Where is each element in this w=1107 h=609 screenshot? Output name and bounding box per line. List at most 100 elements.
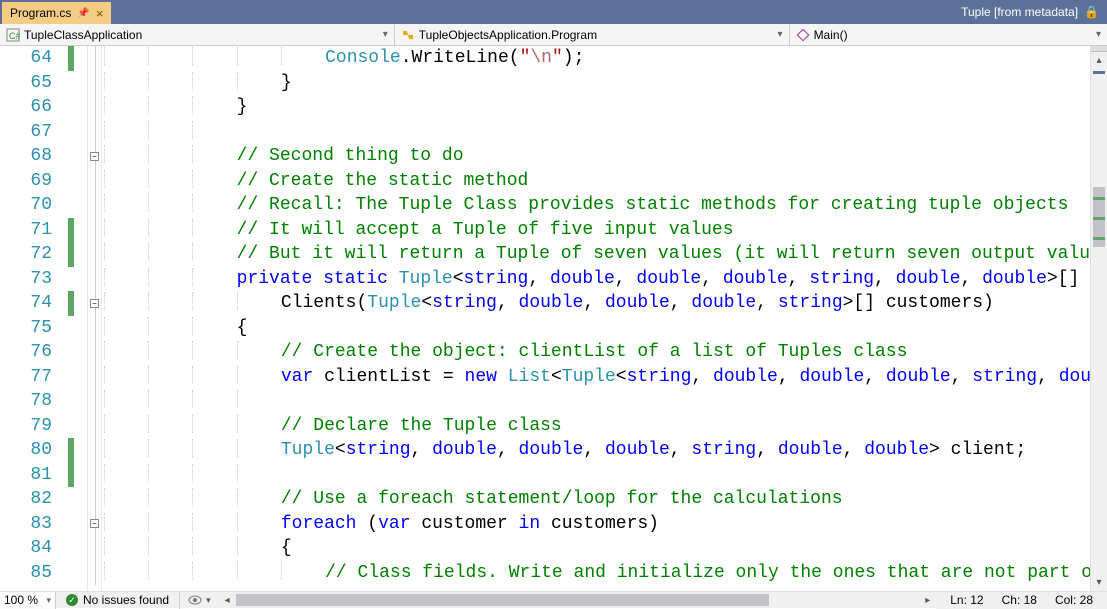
scroll-down-button[interactable]: ▾ bbox=[1091, 574, 1107, 591]
scroll-right-button[interactable]: ▸ bbox=[919, 592, 936, 609]
change-marker bbox=[68, 95, 74, 120]
nav-member-dropdown[interactable]: Main() ▾ bbox=[790, 24, 1107, 45]
outline-cell bbox=[88, 169, 101, 194]
outline-cell bbox=[88, 389, 101, 414]
code-line[interactable]: // But it will return a Tuple of seven v… bbox=[102, 242, 1090, 267]
change-marker bbox=[68, 536, 74, 561]
change-marker bbox=[68, 487, 74, 512]
code-line[interactable] bbox=[102, 120, 1090, 145]
code-line[interactable]: Console.WriteLine("\n"); bbox=[102, 46, 1090, 71]
outline-cell[interactable]: − bbox=[88, 291, 101, 316]
gutter-row: 73 bbox=[0, 267, 87, 292]
method-icon bbox=[796, 28, 810, 42]
code-line[interactable]: { bbox=[102, 316, 1090, 341]
code-line[interactable]: } bbox=[102, 95, 1090, 120]
outline-cell bbox=[88, 365, 101, 390]
csharp-project-icon: C# bbox=[6, 28, 20, 42]
line-number: 73 bbox=[0, 269, 62, 289]
issues-indicator[interactable]: ✓ No issues found bbox=[56, 592, 180, 609]
file-tab-label: Program.cs bbox=[10, 6, 71, 20]
change-marker bbox=[68, 267, 74, 292]
vertical-scrollbar[interactable]: ▴ ▾ bbox=[1090, 46, 1107, 591]
code-line[interactable]: { bbox=[102, 536, 1090, 561]
scrollbar-track[interactable] bbox=[1091, 69, 1107, 574]
outline-cell bbox=[88, 193, 101, 218]
close-icon[interactable]: × bbox=[96, 6, 104, 21]
code-line[interactable]: foreach (var customer in customers) bbox=[102, 512, 1090, 537]
chevron-down-icon: ▾ bbox=[206, 595, 211, 606]
outlining-margin[interactable]: − − − bbox=[88, 46, 102, 591]
code-line[interactable]: // Create the static method bbox=[102, 169, 1090, 194]
line-number: 74 bbox=[0, 293, 62, 313]
caret-position: Ln: 12 Ch: 18 Col: 28 bbox=[936, 592, 1107, 609]
gutter-row: 64 bbox=[0, 46, 87, 71]
outline-cell bbox=[88, 95, 101, 120]
change-marker bbox=[68, 340, 74, 365]
code-editor[interactable]: 6465666768697071727374757677787980818283… bbox=[0, 46, 1107, 591]
code-line[interactable]: // Recall: The Tuple Class provides stat… bbox=[102, 193, 1090, 218]
scroll-up-button[interactable]: ▴ bbox=[1091, 52, 1107, 69]
outline-cell bbox=[88, 46, 101, 71]
line-number: 85 bbox=[0, 563, 62, 583]
outline-cell bbox=[88, 316, 101, 341]
code-line[interactable]: // Use a foreach statement/loop for the … bbox=[102, 487, 1090, 512]
change-marker bbox=[68, 144, 74, 169]
code-content[interactable]: Console.WriteLine("\n"); } } // Second t… bbox=[102, 46, 1090, 591]
collapse-toggle[interactable]: − bbox=[90, 299, 99, 308]
change-marker bbox=[68, 365, 74, 390]
gutter-row: 80 bbox=[0, 438, 87, 463]
lock-icon: 🔒 bbox=[1084, 5, 1099, 19]
eye-icon bbox=[188, 594, 202, 606]
zoom-dropdown[interactable]: 100 % ▾ bbox=[0, 592, 56, 609]
code-line[interactable] bbox=[102, 389, 1090, 414]
line-number: 81 bbox=[0, 465, 62, 485]
code-line[interactable]: // Create the object: clientList of a li… bbox=[102, 340, 1090, 365]
change-marker bbox=[68, 46, 74, 71]
line-number: 76 bbox=[0, 342, 62, 362]
outline-cell[interactable]: − bbox=[88, 144, 101, 169]
collapse-toggle[interactable]: − bbox=[90, 519, 99, 528]
bottom-bar: 100 % ▾ ✓ No issues found ▾ ◂ ▸ Ln: 12 C… bbox=[0, 591, 1107, 608]
code-line[interactable]: // Class fields. Write and initialize on… bbox=[102, 561, 1090, 586]
gutter-row: 75 bbox=[0, 316, 87, 341]
change-marker bbox=[68, 120, 74, 145]
gutter-row: 66 bbox=[0, 95, 87, 120]
line-number: 64 bbox=[0, 48, 62, 68]
code-lens-dropdown[interactable]: ▾ bbox=[180, 594, 219, 606]
change-marker bbox=[68, 389, 74, 414]
code-line[interactable]: // Declare the Tuple class bbox=[102, 414, 1090, 439]
gutter-row: 68 bbox=[0, 144, 87, 169]
change-marker bbox=[68, 561, 74, 586]
outline-cell[interactable]: − bbox=[88, 512, 101, 537]
line-number: 83 bbox=[0, 514, 62, 534]
code-line[interactable]: Clients(Tuple<string, double, double, do… bbox=[102, 291, 1090, 316]
nav-project-dropdown[interactable]: C# TupleClassApplication ▾ bbox=[0, 24, 395, 45]
line-number: 68 bbox=[0, 146, 62, 166]
code-line[interactable]: private static Tuple<string, double, dou… bbox=[102, 267, 1090, 292]
h-scrollbar-track[interactable] bbox=[236, 592, 920, 608]
file-tab-active[interactable]: Program.cs 📌 × bbox=[2, 2, 111, 24]
nav-class-dropdown[interactable]: TupleObjectsApplication.Program ▾ bbox=[395, 24, 790, 45]
col-indicator: Col: 28 bbox=[1055, 593, 1093, 607]
code-line[interactable]: Tuple<string, double, double, double, st… bbox=[102, 438, 1090, 463]
gutter-row: 65 bbox=[0, 71, 87, 96]
outline-cell bbox=[88, 536, 101, 561]
change-marker bbox=[68, 291, 74, 316]
code-line[interactable]: } bbox=[102, 71, 1090, 96]
collapse-toggle[interactable]: − bbox=[90, 152, 99, 161]
metadata-text: Tuple [from metadata] bbox=[961, 5, 1078, 19]
code-line[interactable] bbox=[102, 463, 1090, 488]
gutter-row: 74 bbox=[0, 291, 87, 316]
change-marker bbox=[68, 71, 74, 96]
change-annotation bbox=[1093, 197, 1105, 200]
outline-cell bbox=[88, 242, 101, 267]
scroll-left-button[interactable]: ◂ bbox=[219, 592, 236, 609]
code-line[interactable]: var clientList = new List<Tuple<string, … bbox=[102, 365, 1090, 390]
h-scrollbar-thumb[interactable] bbox=[236, 594, 769, 606]
code-line[interactable]: // Second thing to do bbox=[102, 144, 1090, 169]
gutter-row: 78 bbox=[0, 389, 87, 414]
pin-icon[interactable]: 📌 bbox=[77, 8, 89, 19]
gutter-row: 69 bbox=[0, 169, 87, 194]
line-number: 70 bbox=[0, 195, 62, 215]
code-line[interactable]: // It will accept a Tuple of five input … bbox=[102, 218, 1090, 243]
